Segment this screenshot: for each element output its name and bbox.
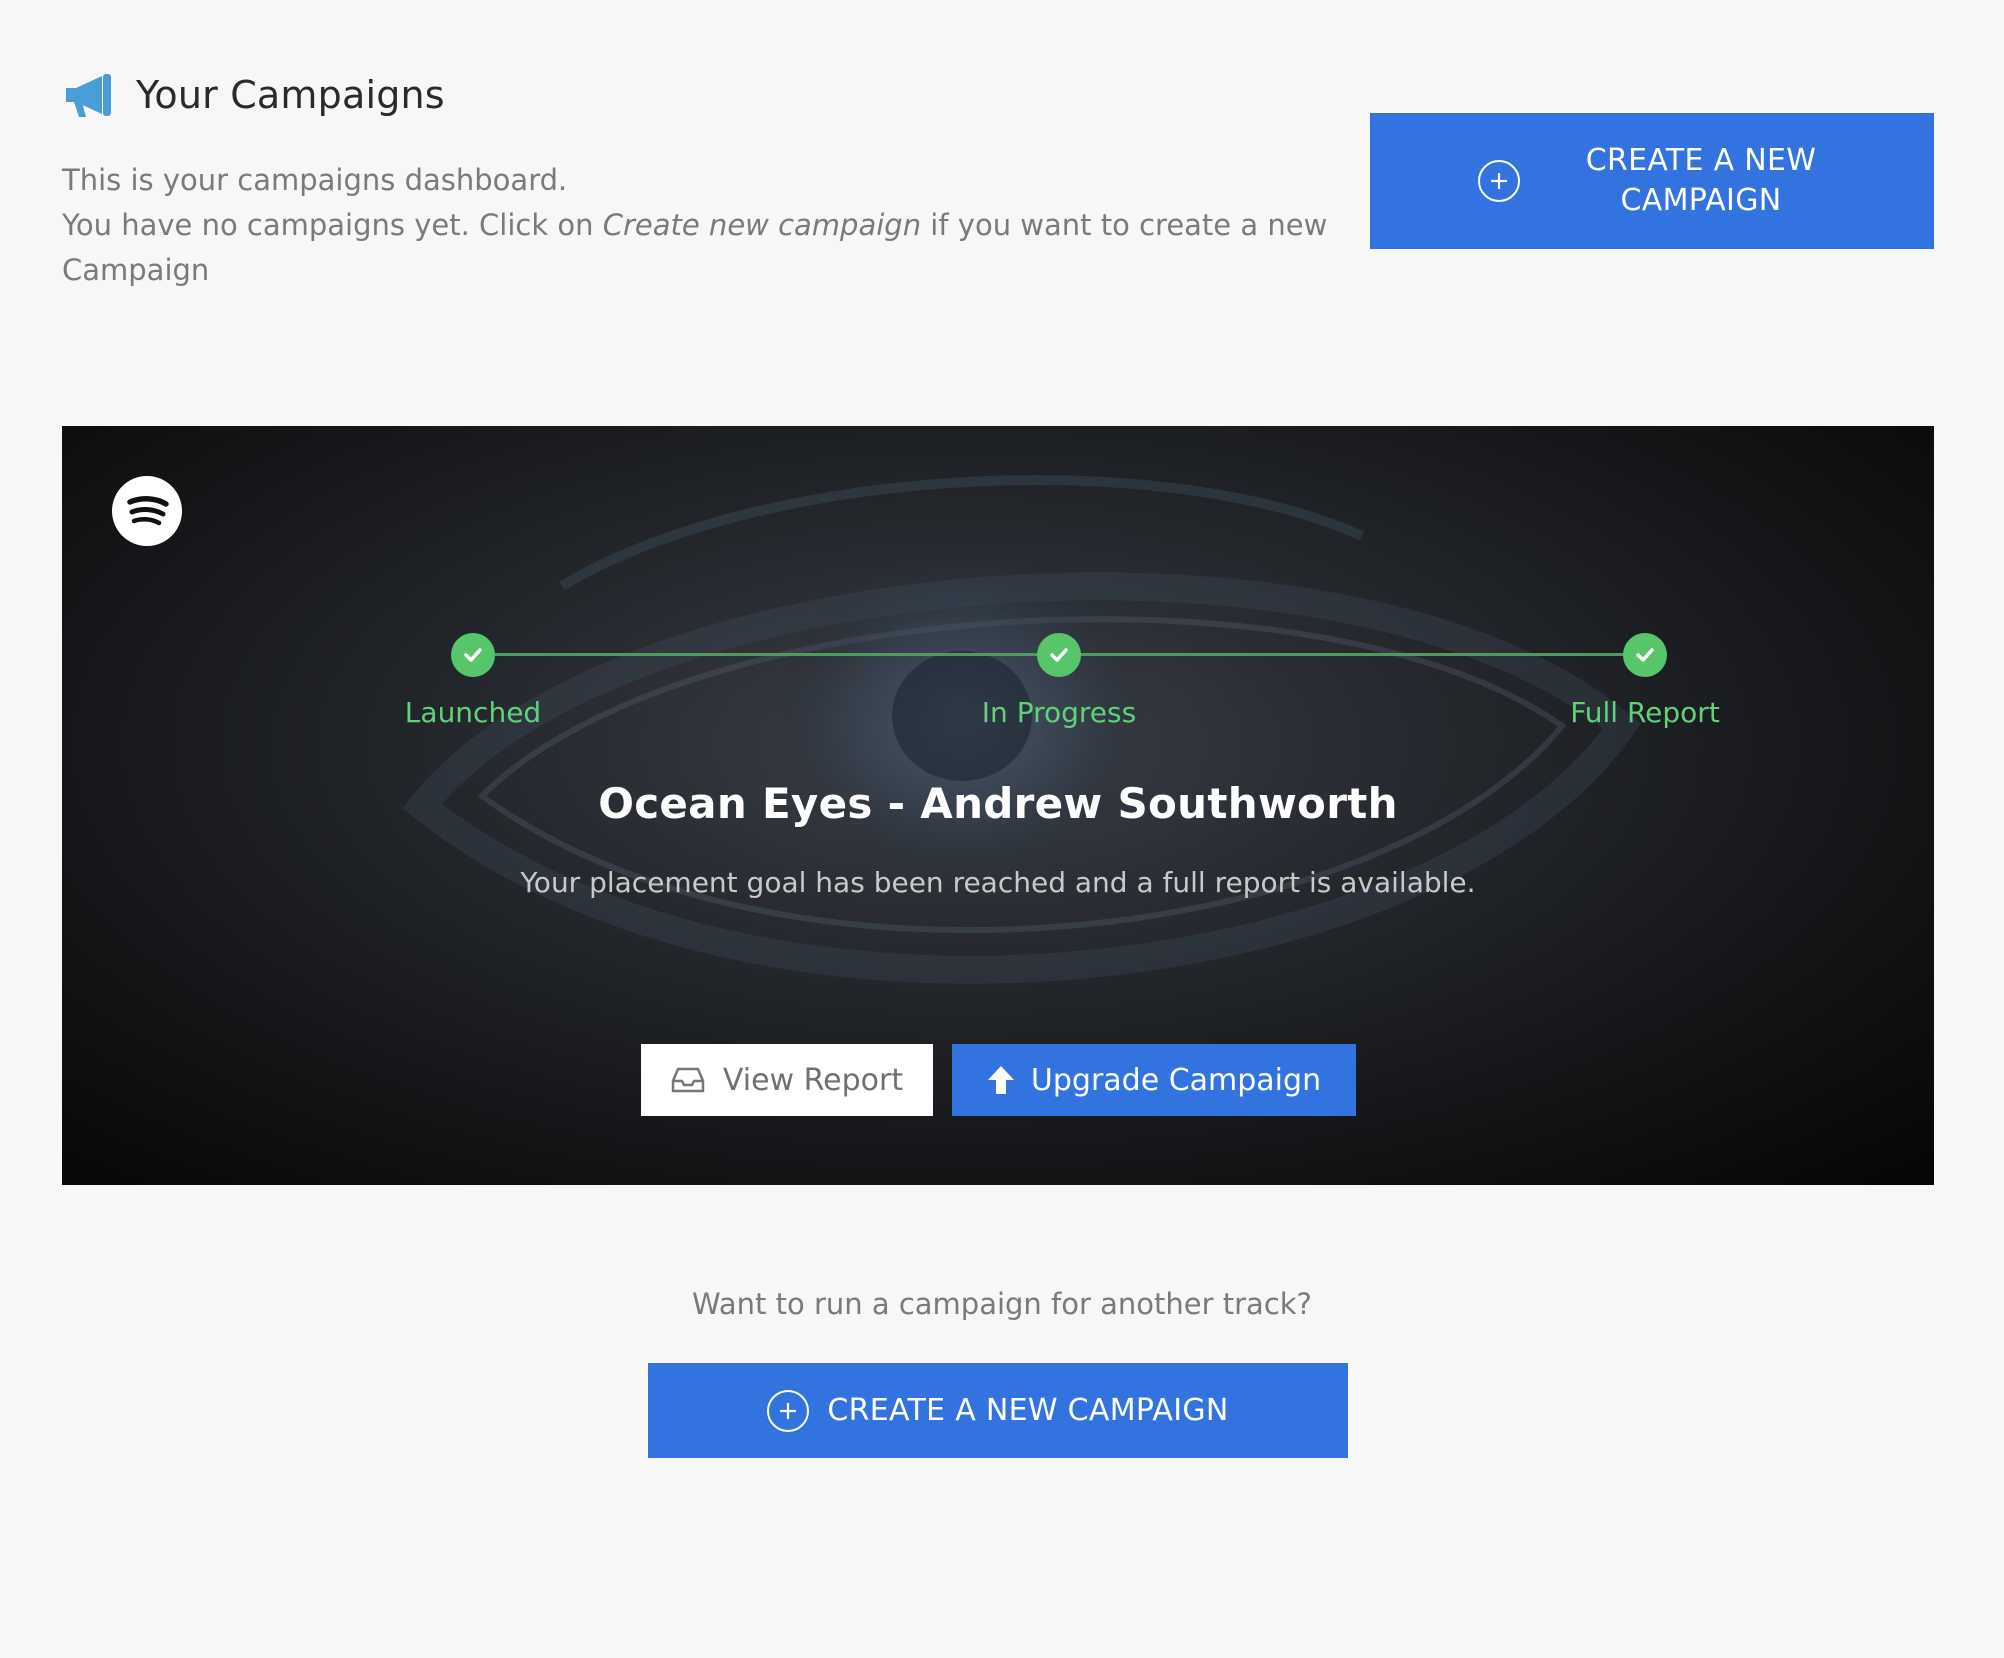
megaphone-icon — [66, 74, 111, 117]
create-new-campaign-mention: Create new campaign — [602, 208, 922, 242]
intro-line-2: You have no campaigns yet. Click on Crea… — [62, 203, 1332, 293]
campaign-card: Launched In Progress Full Report Ocean E… — [62, 426, 1934, 1185]
plus-circle-icon — [1478, 160, 1520, 202]
intro-text: This is your campaigns dashboard. You ha… — [62, 158, 1332, 293]
inbox-icon — [671, 1067, 705, 1093]
intro-text-before: You have no campaigns yet. Click on — [62, 208, 603, 242]
campaign-progress: Launched In Progress Full Report — [342, 606, 1720, 729]
create-campaign-button-top[interactable]: CREATE A NEW CAMPAIGN — [1370, 113, 1934, 249]
upgrade-campaign-label: Upgrade Campaign — [1030, 1062, 1322, 1098]
arrow-up-icon — [987, 1066, 1014, 1094]
page-header: Your Campaigns — [62, 70, 445, 120]
step-in-progress-check-icon — [1037, 633, 1081, 677]
upgrade-campaign-button[interactable]: Upgrade Campaign — [952, 1044, 1356, 1116]
step-label-in-progress: In Progress — [981, 696, 1137, 729]
step-label-full-report: Full Report — [1570, 696, 1720, 729]
view-report-label: View Report — [722, 1062, 904, 1098]
step-label-launched: Launched — [404, 696, 542, 729]
view-report-button[interactable]: View Report — [641, 1044, 933, 1116]
campaign-title: Ocean Eyes - Andrew Southworth — [598, 779, 1398, 828]
plus-circle-icon — [767, 1389, 810, 1432]
campaign-status-message: Your placement goal has been reached and… — [520, 866, 1476, 899]
step-full-report-check-icon — [1623, 633, 1667, 677]
create-campaign-button-bottom[interactable]: CREATE A NEW CAMPAIGN — [648, 1363, 1348, 1458]
spotify-icon — [112, 476, 182, 546]
another-track-prompt: Want to run a campaign for another track… — [692, 1287, 1312, 1321]
step-launched-check-icon — [451, 633, 495, 677]
intro-line-1: This is your campaigns dashboard. — [62, 163, 568, 197]
create-campaign-label: CREATE A NEW CAMPAIGN — [1585, 143, 1817, 218]
page-title: Your Campaigns — [136, 73, 445, 117]
create-campaign-label: CREATE A NEW CAMPAIGN — [827, 1393, 1229, 1428]
